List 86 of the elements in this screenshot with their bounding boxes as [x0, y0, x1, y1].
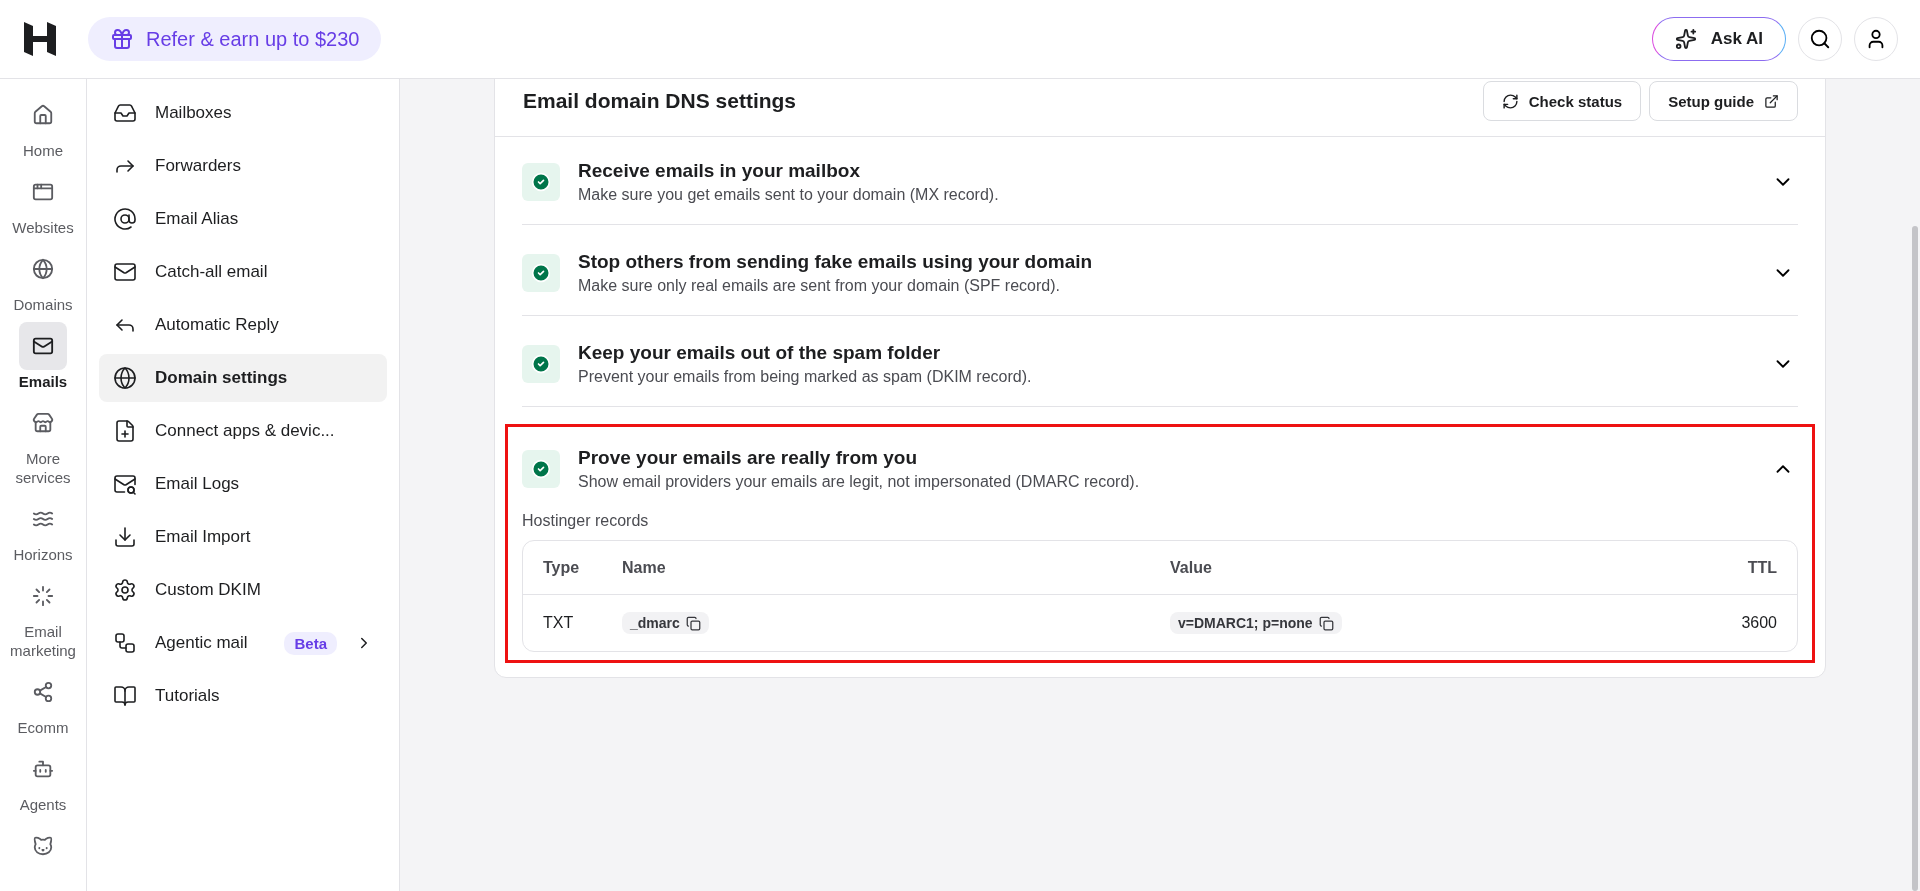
external-link-icon	[1764, 93, 1779, 109]
robot-icon	[32, 758, 54, 780]
globe-icon	[113, 366, 137, 390]
setup-guide-button[interactable]: Setup guide	[1649, 81, 1798, 121]
sidebar-item[interactable]: Forwarders	[99, 142, 387, 190]
section-title: Stop others from sending fake emails using your domain	[578, 251, 1094, 273]
search-button[interactable]	[1798, 17, 1842, 61]
cat-icon	[32, 835, 54, 857]
copy-icon	[1318, 615, 1334, 631]
rail-item[interactable]: Emails	[1, 320, 85, 397]
gift-icon	[110, 27, 134, 51]
sidebar-item[interactable]: Catch-all email	[99, 248, 387, 296]
sidebar-label: Agentic mail	[155, 633, 248, 653]
inbox-icon	[113, 101, 137, 125]
account-button[interactable]	[1854, 17, 1898, 61]
share-nodes-icon	[32, 681, 54, 703]
rail-item[interactable]: Domains	[1, 243, 85, 320]
copy-icon	[685, 615, 701, 631]
sidebar-item[interactable]: Automatic Reply	[99, 301, 387, 349]
sidebar-item[interactable]: Mailboxes	[99, 89, 387, 137]
section-description: Show email providers your emails are legit, not impersonated (DMARC record).	[578, 473, 1141, 491]
envelope-icon	[113, 260, 137, 284]
book-icon	[113, 684, 137, 708]
section-title: Receive emails in your mailbox	[578, 160, 861, 182]
section-description: Make sure you get emails sent to your domain (MX record).	[578, 186, 1000, 204]
table-cell: 3600	[1741, 614, 1777, 632]
sidebar-label: Custom DKIM	[155, 580, 261, 600]
column-header: Value	[1170, 558, 1213, 577]
at-sign-icon	[113, 207, 137, 231]
rail-item[interactable]: Email marketing	[1, 570, 85, 666]
workflow-icon	[113, 631, 137, 655]
sparkle-icon	[1674, 28, 1697, 50]
sidebar-label: Email Alias	[155, 209, 239, 229]
rail-item[interactable]: Ecomm	[1, 666, 85, 743]
settings-icon	[113, 578, 137, 602]
copyable-value[interactable]: _dmarc	[622, 612, 709, 634]
rail-item[interactable]: Home	[1, 89, 85, 166]
sidebar-label: Mailboxes	[155, 103, 232, 123]
records-label: Hostinger records	[522, 512, 650, 530]
card-title: Email domain DNS settings	[523, 89, 797, 113]
sidebar-label: Automatic Reply	[155, 315, 279, 335]
globe-icon	[32, 258, 54, 280]
rail-item[interactable]: Websites	[1, 166, 85, 243]
sidebar-label: Email Import	[155, 527, 251, 547]
column-header: TTL	[1747, 558, 1777, 577]
browser-window-icon	[32, 181, 54, 203]
beta-badge: Beta	[284, 631, 337, 655]
sidebar-item[interactable]: Connect apps & devic...	[99, 407, 387, 455]
column-header: Name	[622, 558, 667, 577]
sidebar-label: Email Logs	[155, 474, 240, 494]
column-header: Type	[543, 558, 581, 577]
search-icon	[1809, 28, 1831, 50]
sidebar-label: Forwarders	[155, 156, 241, 176]
sidebar-item[interactable]: Custom DKIM	[99, 566, 387, 614]
copyable-value[interactable]: v=DMARC1; p=none	[1170, 612, 1342, 634]
section-title: Prove your emails are really from you	[578, 447, 918, 469]
section-title: Keep your emails out of the spam folder	[578, 342, 942, 364]
check-status-button[interactable]: Check status	[1482, 81, 1642, 121]
sidebar-label: Domain settings	[155, 368, 288, 388]
sidebar-item[interactable]: Agentic mail Beta	[99, 619, 387, 667]
file-plus-icon	[113, 419, 137, 443]
sidebar-label: Connect apps & devic...	[155, 421, 335, 441]
table-cell-text: TXT	[543, 614, 575, 632]
rail-item[interactable]: Agents	[1, 743, 85, 820]
sidebar-label: Catch-all email	[155, 262, 268, 282]
ask-ai-button[interactable]: Ask AI	[1651, 17, 1786, 61]
sidebar-item[interactable]: Domain settings	[99, 354, 387, 402]
sidebar-label: Tutorials	[155, 686, 220, 706]
logo-icon[interactable]	[22, 20, 58, 58]
envelope-icon	[32, 335, 54, 357]
sidebar-item[interactable]: Email Import	[99, 513, 387, 561]
mail-search-icon	[113, 472, 137, 496]
home-icon	[32, 104, 54, 126]
section-description: Make sure only real emails are sent from your domain (SPF record).	[578, 277, 1061, 295]
loader-icon	[32, 585, 54, 607]
rail-item[interactable]: Horizons	[1, 493, 85, 570]
store-icon	[32, 412, 54, 434]
refresh-icon	[1501, 92, 1519, 110]
download-icon	[113, 525, 137, 549]
sidebar-item[interactable]: Email Logs	[99, 460, 387, 508]
section-description: Prevent your emails from being marked as spam (DKIM record).	[578, 368, 1033, 386]
scrollbar-thumb[interactable]	[1912, 226, 1918, 891]
sidebar-item[interactable]: Email Alias	[99, 195, 387, 243]
sidebar-item[interactable]: Tutorials	[99, 672, 387, 720]
rail-item[interactable]: More services	[1, 397, 85, 493]
promo-link[interactable]: Refer & earn up to $230	[88, 17, 382, 61]
